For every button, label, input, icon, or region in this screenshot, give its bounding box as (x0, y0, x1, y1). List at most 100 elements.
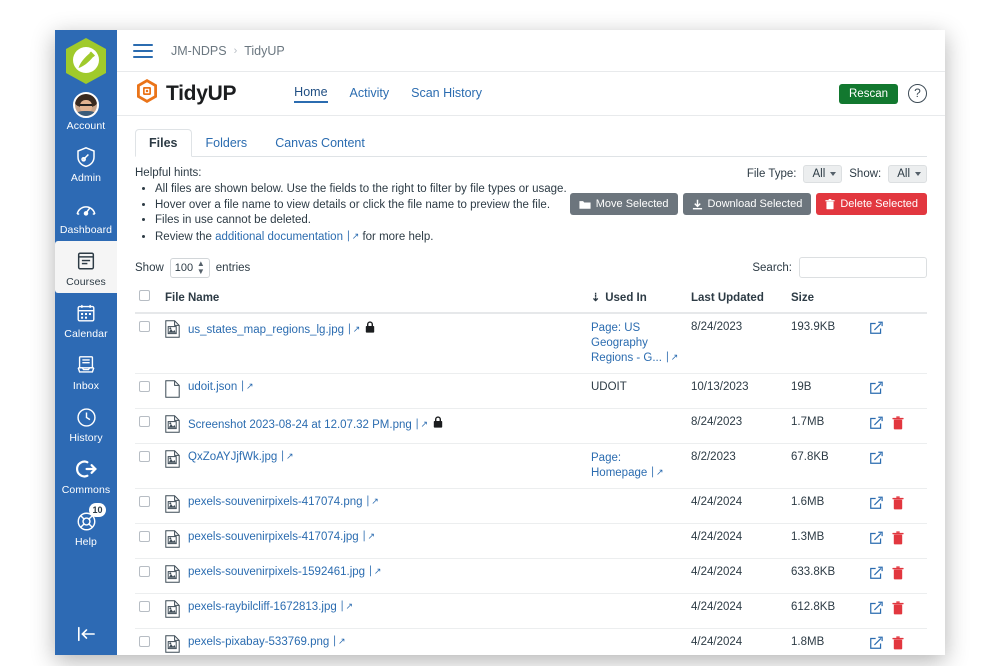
edit-file-icon[interactable] (869, 601, 883, 618)
row-checkbox[interactable] (139, 416, 150, 427)
row-actions-cell (865, 558, 927, 594)
additional-documentation-link[interactable]: additional documentation (215, 231, 343, 243)
size-cell: 1.8MB (787, 628, 865, 655)
delete-file-icon[interactable] (892, 566, 904, 583)
edit-file-icon[interactable] (869, 496, 883, 513)
col-last-updated[interactable]: Last Updated (687, 284, 787, 314)
rescan-button[interactable]: Rescan (839, 83, 898, 104)
row-checkbox[interactable] (139, 636, 150, 647)
table-row: pexels-raybilcliff-1672813.jpg ⎪↗ 4/24/202… (135, 593, 927, 629)
last-updated-cell: 8/2/2023 (687, 443, 787, 489)
file-name-link[interactable]: pexels-souvenirpixels-417074.jpg (188, 531, 359, 543)
hamburger-menu-icon[interactable] (133, 43, 153, 58)
filter-controls: File Type: All Show: All (747, 165, 927, 183)
col-file-name[interactable]: File Name (161, 284, 587, 314)
breadcrumb-item-course[interactable]: JM-NDPS (171, 44, 227, 58)
file-name-link[interactable]: pexels-pixabay-533769.png (188, 636, 329, 648)
tab-folders[interactable]: Folders (192, 129, 262, 157)
col-size[interactable]: Size (787, 284, 865, 314)
table-row: udoit.json ⎪↗ UDOIT 10/13/2023 19B (135, 373, 927, 409)
used-in-link[interactable]: Page: Homepage (591, 452, 647, 479)
question-mark-icon[interactable]: ? (908, 84, 927, 103)
hint-suffix: for more help. (359, 230, 434, 243)
row-checkbox[interactable] (139, 451, 150, 462)
file-name-link[interactable]: us_states_map_regions_lg.jpg (188, 324, 344, 336)
nav-activity[interactable]: Activity (350, 86, 390, 102)
nav-home[interactable]: Home (294, 85, 328, 103)
file-name-cell: udoit.json ⎪↗ (161, 373, 587, 409)
entries-per-page-input[interactable]: 100 ▲ ▼ (169, 257, 210, 278)
edit-file-icon[interactable] (869, 451, 883, 468)
files-table-container: File Name ⇣ Used In Last Updated Size us_… (117, 284, 945, 655)
row-checkbox[interactable] (139, 496, 150, 507)
used-in-cell (587, 408, 687, 444)
sidebar-item-calendar[interactable]: Calendar (55, 293, 117, 345)
edit-file-icon[interactable] (869, 381, 883, 398)
files-table: File Name ⇣ Used In Last Updated Size us_… (135, 284, 927, 655)
row-checkbox[interactable] (139, 321, 150, 332)
external-link-icon: ⎪↗ (346, 324, 361, 334)
sidebar-item-help[interactable]: 10 Help (55, 501, 117, 553)
size-cell: 633.8KB (787, 558, 865, 594)
tab-canvas-content[interactable]: Canvas Content (261, 129, 379, 157)
used-in-cell (587, 488, 687, 524)
collapse-left-icon[interactable] (55, 625, 117, 643)
edit-file-icon[interactable] (869, 321, 883, 338)
chevron-down-icon (915, 172, 921, 176)
nav-scan-history[interactable]: Scan History (411, 86, 482, 102)
row-checkbox[interactable] (139, 566, 150, 577)
row-actions-cell (865, 443, 927, 489)
download-selected-button[interactable]: Download Selected (682, 193, 812, 215)
file-name-link[interactable]: pexels-souvenirpixels-1592461.jpg (188, 566, 365, 578)
row-checkbox[interactable] (139, 601, 150, 612)
sidebar-item-commons[interactable]: Commons (55, 449, 117, 501)
used-in-cell: Page: US Geography Regions - G... ⎪↗ (587, 313, 687, 374)
move-selected-button[interactable]: Move Selected (569, 193, 678, 215)
sort-descending-arrow: ⇣ (591, 292, 601, 304)
row-checkbox[interactable] (139, 531, 150, 542)
delete-file-icon[interactable] (892, 601, 904, 618)
canvas-paintbrush-hex-logo[interactable] (64, 37, 108, 85)
sidebar-item-account[interactable]: Account (55, 85, 117, 137)
row-actions-cell (865, 313, 927, 374)
search-input[interactable] (799, 257, 927, 278)
delete-file-icon[interactable] (892, 636, 904, 653)
row-actions-cell (865, 628, 927, 655)
tab-files[interactable]: Files (135, 129, 192, 157)
hint-item-documentation: Review the additional documentation⎪↗ fo… (155, 229, 927, 246)
file-type-select[interactable]: All (803, 165, 843, 183)
file-name-link[interactable]: pexels-raybilcliff-1672813.jpg (188, 601, 337, 613)
size-cell: 1.6MB (787, 488, 865, 524)
file-name-cell: pexels-souvenirpixels-417074.png ⎪↗ (161, 488, 587, 524)
show-select[interactable]: All (888, 165, 927, 183)
file-name-link[interactable]: QxZoAYJjfWk.jpg (188, 451, 277, 463)
sidebar-item-admin[interactable]: Admin (55, 137, 117, 189)
delete-file-icon[interactable] (892, 416, 904, 433)
trash-icon (825, 198, 835, 209)
edit-file-icon[interactable] (869, 531, 883, 548)
edit-file-icon[interactable] (869, 566, 883, 583)
table-row: pexels-pixabay-533769.png ⎪↗ 4/24/2024 1.8M… (135, 628, 927, 655)
sidebar-item-history[interactable]: History (55, 397, 117, 449)
used-in-cell: UDOIT (587, 373, 687, 409)
stepper-icon[interactable]: ▲ ▼ (197, 259, 205, 276)
file-name-link[interactable]: Screenshot 2023-08-24 at 12.07.32 PM.png (188, 419, 412, 431)
edit-file-icon[interactable] (869, 636, 883, 653)
edit-file-icon[interactable] (869, 416, 883, 433)
tabs-container: Files Folders Canvas Content (117, 116, 945, 157)
row-checkbox[interactable] (139, 381, 150, 392)
sidebar-item-dashboard[interactable]: Dashboard (55, 189, 117, 241)
external-link-icon: ⎪↗ (649, 467, 664, 477)
used-in-link[interactable]: Page: US Geography Regions - G... (591, 322, 662, 364)
file-name-link[interactable]: pexels-souvenirpixels-417074.png (188, 496, 363, 508)
col-used-in[interactable]: ⇣ Used In (587, 284, 687, 314)
file-name-link[interactable]: udoit.json (188, 381, 237, 393)
file-name-cell: us_states_map_regions_lg.jpg ⎪↗ (161, 313, 587, 374)
delete-file-icon[interactable] (892, 496, 904, 513)
sidebar-item-inbox[interactable]: Inbox (55, 345, 117, 397)
delete-selected-button[interactable]: Delete Selected (816, 193, 927, 215)
select-all-checkbox[interactable] (139, 290, 150, 301)
sidebar-item-courses[interactable]: Courses (55, 241, 117, 293)
delete-file-icon[interactable] (892, 531, 904, 548)
last-updated-cell: 8/24/2023 (687, 313, 787, 374)
